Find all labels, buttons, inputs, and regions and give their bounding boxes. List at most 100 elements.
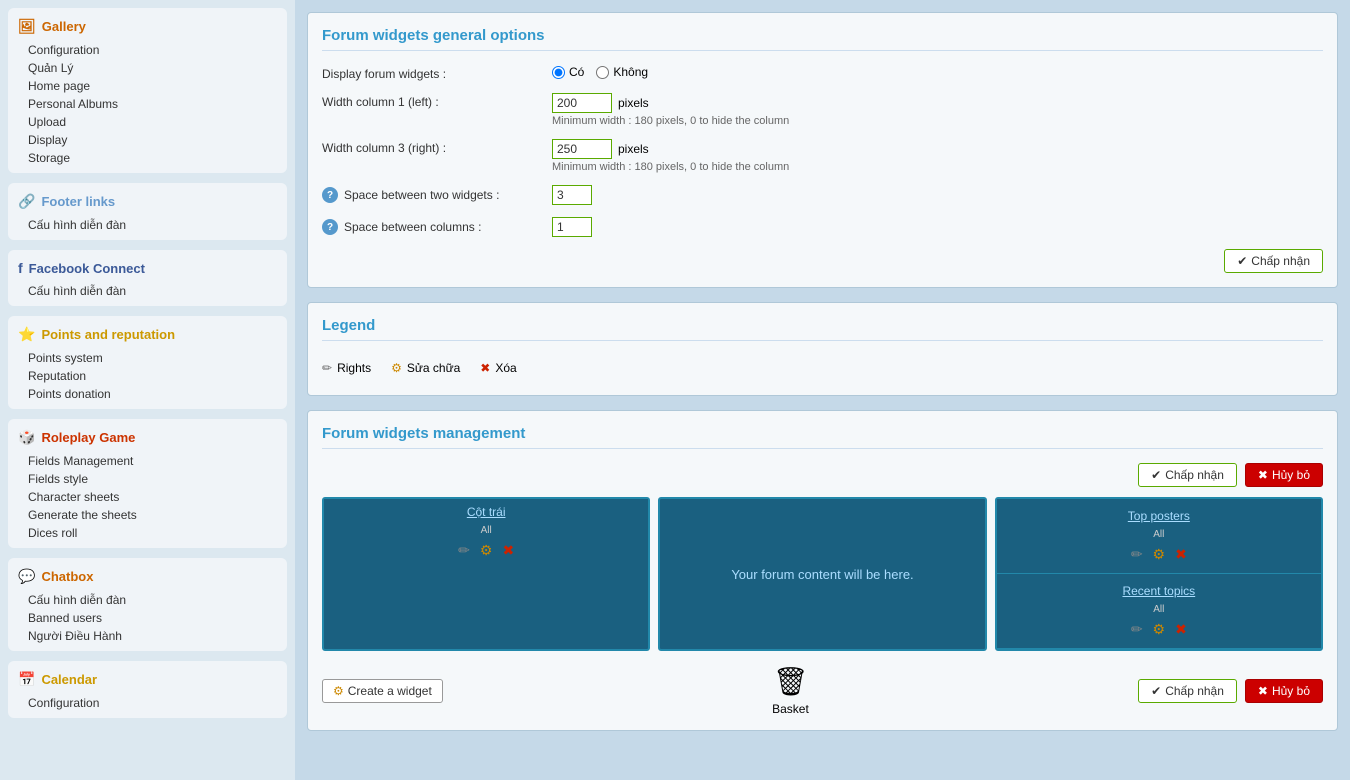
section-label-points: Points and reputation <box>41 327 175 342</box>
sidebar-section-roleplay: 🎲 Roleplay Game Fields ManagementFields st… <box>8 419 287 548</box>
col3-input-row: pixels <box>552 139 789 159</box>
section-icon-chatbox: 💬 <box>18 568 35 585</box>
space-cols-label: ? Space between columns : <box>322 217 542 235</box>
cancel-icon: ✖ <box>1258 468 1268 482</box>
legend-panel: Legend ✏ Rights ⚙ Sửa chữa ✖ Xóa <box>307 302 1338 396</box>
sidebar-link-cu-hnh-din-n[interactable]: Cấu hình diễn đàn <box>8 591 287 609</box>
recent-topics-rights-icon[interactable]: ✏ <box>1131 621 1143 638</box>
section-label-facebook: Facebook Connect <box>29 261 145 276</box>
sidebar-section-chatbox: 💬ChatboxCấu hình diễn đànBanned usersNgư… <box>8 558 287 651</box>
sidebar-section-footer: 🔗 Footer links Cấu hình diễn đàn <box>8 183 287 240</box>
col1-input-row: pixels <box>552 93 789 113</box>
top-posters-edit-icon[interactable]: ⚙ <box>1153 546 1166 563</box>
sidebar-link-qun-l[interactable]: Quản Lý <box>8 59 287 77</box>
general-options-accept-btn[interactable]: ✔ Chấp nhận <box>1224 249 1323 273</box>
radio-yes-text: Có <box>569 65 584 79</box>
space-cols-input[interactable] <box>552 217 592 237</box>
recent-topics-header: Recent topics <box>997 578 1321 604</box>
management-accept-btn[interactable]: ✔ Chấp nhận <box>1138 463 1237 487</box>
sidebar-link-fields-management[interactable]: Fields Management <box>8 452 287 470</box>
top-posters-delete-icon[interactable]: ✖ <box>1175 546 1187 563</box>
display-widgets-row: Display forum widgets : Có Không <box>322 65 1323 81</box>
recent-topics-title[interactable]: Recent topics <box>1122 584 1195 598</box>
sidebar-link-fields-style[interactable]: Fields style <box>8 470 287 488</box>
sidebar-section-title-points: ⭐Points and reputation <box>8 322 287 349</box>
left-col-edit-icon[interactable]: ⚙ <box>480 542 493 559</box>
space-cols-row: ? Space between columns : <box>322 217 1323 237</box>
space-widgets-help-icon[interactable]: ? <box>322 187 338 203</box>
sidebar-link-banned-users[interactable]: Banned users <box>8 609 287 627</box>
management-top-actions: ✔ Chấp nhận ✖ Hủy bỏ <box>322 463 1323 487</box>
recent-topics-actions: ✏ ⚙ ✖ <box>997 615 1321 644</box>
radio-no[interactable] <box>596 66 609 79</box>
create-widget-btn[interactable]: ⚙ Create a widget <box>322 679 443 703</box>
col1-pixels: pixels <box>618 96 649 110</box>
sidebar-link-upload[interactable]: Upload <box>8 113 287 131</box>
sidebar-link-cu-hnh-din-n[interactable]: Cấu hình diễn đàn <box>8 282 287 300</box>
left-col-rights-icon[interactable]: ✏ <box>458 542 470 559</box>
sidebar-link-points-system[interactable]: Points system <box>8 349 287 367</box>
space-cols-help-icon[interactable]: ? <box>322 219 338 235</box>
sidebar-link-reputation[interactable]: Reputation <box>8 367 287 385</box>
section-label-roleplay: Roleplay Game <box>41 430 135 445</box>
left-col-actions: ✏ ⚙ ✖ <box>324 536 648 565</box>
sidebar-link-home-page[interactable]: Home page <box>8 77 287 95</box>
sidebar-section-title-roleplay: 🎲 Roleplay Game <box>8 425 287 452</box>
sidebar-section-title-calendar: 📅Calendar <box>8 667 287 694</box>
legend-items-row: ✏ Rights ⚙ Sửa chữa ✖ Xóa <box>322 355 1323 381</box>
space-widgets-input[interactable] <box>552 185 592 205</box>
sidebar-link-storage[interactable]: Storage <box>8 149 287 167</box>
col3-label: Width column 3 (right) : <box>322 139 542 155</box>
sidebar-link-configuration[interactable]: Configuration <box>8 694 287 712</box>
create-row: ⚙ Create a widget 🗑 Basket ✔ Chấp nhận ✖… <box>322 665 1323 716</box>
sidebar-section-facebook: f Facebook Connect Cấu hình diễn đàn <box>8 250 287 306</box>
section-icon-gallery: 🖼 <box>18 18 36 35</box>
recent-topics-delete-icon[interactable]: ✖ <box>1175 621 1187 638</box>
radio-yes-label[interactable]: Có <box>552 65 584 79</box>
col1-input[interactable] <box>552 93 612 113</box>
top-posters-rights-icon[interactable]: ✏ <box>1131 546 1143 563</box>
section-icon-roleplay: 🎲 <box>18 429 35 446</box>
section-icon-facebook: f <box>18 260 23 276</box>
legend-delete: ✖ Xóa <box>480 361 516 375</box>
sidebar-section-title-chatbox: 💬Chatbox <box>8 564 287 591</box>
sidebar-section-calendar: 📅CalendarConfiguration <box>8 661 287 718</box>
sidebar-section-title-footer: 🔗 Footer links <box>8 189 287 216</box>
col3-pixels: pixels <box>618 142 649 156</box>
general-options-actions: ✔ Chấp nhận <box>322 249 1323 273</box>
top-posters-sub: All <box>997 529 1321 540</box>
col3-input[interactable] <box>552 139 612 159</box>
management-accept-btn2[interactable]: ✔ Chấp nhận <box>1138 679 1237 703</box>
sidebar-section-title-gallery: 🖼 Gallery <box>8 14 287 41</box>
sidebar-link-dices-roll[interactable]: Dices roll <box>8 524 287 542</box>
sidebar-link-ngi-iu-hnh[interactable]: Người Điều Hành <box>8 627 287 645</box>
radio-no-label[interactable]: Không <box>596 65 648 79</box>
sidebar-link-display[interactable]: Display <box>8 131 287 149</box>
section-label-footer: Footer links <box>41 194 115 209</box>
sidebar-link-cu-hnh-din-n[interactable]: Cấu hình diễn đàn <box>8 216 287 234</box>
section-label-calendar: Calendar <box>41 672 97 687</box>
sidebar-link-character-sheets[interactable]: Character sheets <box>8 488 287 506</box>
section-label-gallery: Gallery <box>42 19 86 34</box>
delete-icon: ✖ <box>480 361 490 375</box>
widget-center-col: Your forum content will be here. <box>658 497 986 651</box>
top-posters-title[interactable]: Top posters <box>1128 509 1190 523</box>
section-icon-footer: 🔗 <box>18 193 35 210</box>
management-cancel-btn2[interactable]: ✖ Hủy bỏ <box>1245 679 1323 703</box>
col3-hint: Minimum width : 180 pixels, 0 to hide th… <box>552 161 789 173</box>
basket-area: 🗑 Basket <box>772 665 809 716</box>
radio-yes[interactable] <box>552 66 565 79</box>
sidebar-link-configuration[interactable]: Configuration <box>8 41 287 59</box>
sidebar-link-points-donation[interactable]: Points donation <box>8 385 287 403</box>
recent-topics-edit-icon[interactable]: ⚙ <box>1153 621 1166 638</box>
top-posters-header: Top posters <box>997 503 1321 529</box>
widget-right-col: Top posters All ✏ ⚙ ✖ Recent topics All <box>995 497 1323 651</box>
space-widgets-value-container <box>552 185 592 205</box>
sidebar-link-generate-the-sheets[interactable]: Generate the sheets <box>8 506 287 524</box>
col1-hint: Minimum width : 180 pixels, 0 to hide th… <box>552 115 789 127</box>
management-cancel-btn[interactable]: ✖ Hủy bỏ <box>1245 463 1323 487</box>
sidebar-link-personal-albums[interactable]: Personal Albums <box>8 95 287 113</box>
left-col-delete-icon[interactable]: ✖ <box>502 542 514 559</box>
left-col-title[interactable]: Cột trái <box>467 505 506 519</box>
space-widgets-label: ? Space between two widgets : <box>322 185 542 203</box>
